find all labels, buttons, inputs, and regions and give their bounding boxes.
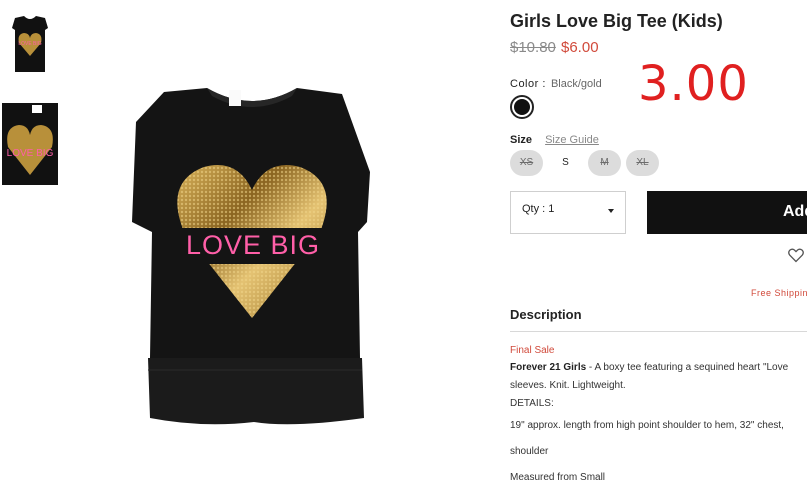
original-price: $10.80 [510, 39, 556, 56]
shirt-print-text: LOVE BIG [186, 230, 320, 260]
wishlist-heart-icon[interactable] [787, 246, 805, 264]
description-text: - A boxy tee featuring a sequined heart … [586, 362, 789, 373]
details-label: DETAILS: [510, 398, 554, 409]
product-main-image: LOVE BIG [112, 82, 392, 432]
size-guide-link[interactable]: Size Guide [545, 134, 599, 146]
swatch-fill [514, 99, 530, 115]
description-line-2: sleeves. Knit. Lightweight. [510, 380, 626, 391]
product-title: Girls Love Big Tee (Kids) [510, 11, 723, 31]
size-option-s[interactable]: S [549, 150, 582, 176]
description-line-1: Forever 21 Girls - A boxy tee featuring … [510, 362, 788, 373]
description-heading: Description [510, 307, 582, 322]
color-row: Color : Black/gold [510, 78, 602, 90]
final-sale-label: Final Sale [510, 345, 555, 356]
details-line-2: shoulder [510, 446, 549, 457]
size-option-xl[interactable]: XL [626, 150, 659, 176]
size-row: Size Size Guide [510, 134, 599, 146]
color-swatch-black[interactable] [510, 95, 534, 119]
svg-text:LOVE BIG: LOVE BIG [18, 41, 41, 47]
thumbnail-front[interactable]: LOVE BIG [2, 0, 58, 82]
details-line-1: 19" approx. length from high point shoul… [510, 420, 784, 431]
overlay-price-annotation: 3.00 [638, 56, 749, 112]
size-label: Size [510, 134, 533, 146]
color-value: Black/gold [550, 78, 602, 90]
details-line-3: Measured from Small [510, 472, 606, 483]
caret-down-icon [608, 209, 614, 213]
sale-price: $6.00 [561, 39, 599, 56]
thumbnail-front-image: LOVE BIG [12, 16, 48, 72]
thumbnail-detail-image: LOVE BIG [2, 103, 58, 185]
add-to-bag-button[interactable]: Add [647, 191, 807, 234]
add-button-label: Add [783, 203, 807, 220]
quantity-select[interactable]: Qty : 1 [510, 191, 626, 234]
brand-name: Forever 21 Girls [510, 362, 587, 373]
thumbnail-detail[interactable]: LOVE BIG [2, 103, 58, 185]
color-label: Color : [510, 78, 546, 90]
svg-text:LOVE BIG: LOVE BIG [7, 148, 54, 159]
size-option-m[interactable]: M [588, 150, 621, 176]
quantity-label: Qty : 1 [522, 203, 555, 215]
size-option-xs[interactable]: XS [510, 150, 543, 176]
description-divider [510, 331, 807, 332]
free-shipping-text: Free Shippin [751, 288, 807, 298]
